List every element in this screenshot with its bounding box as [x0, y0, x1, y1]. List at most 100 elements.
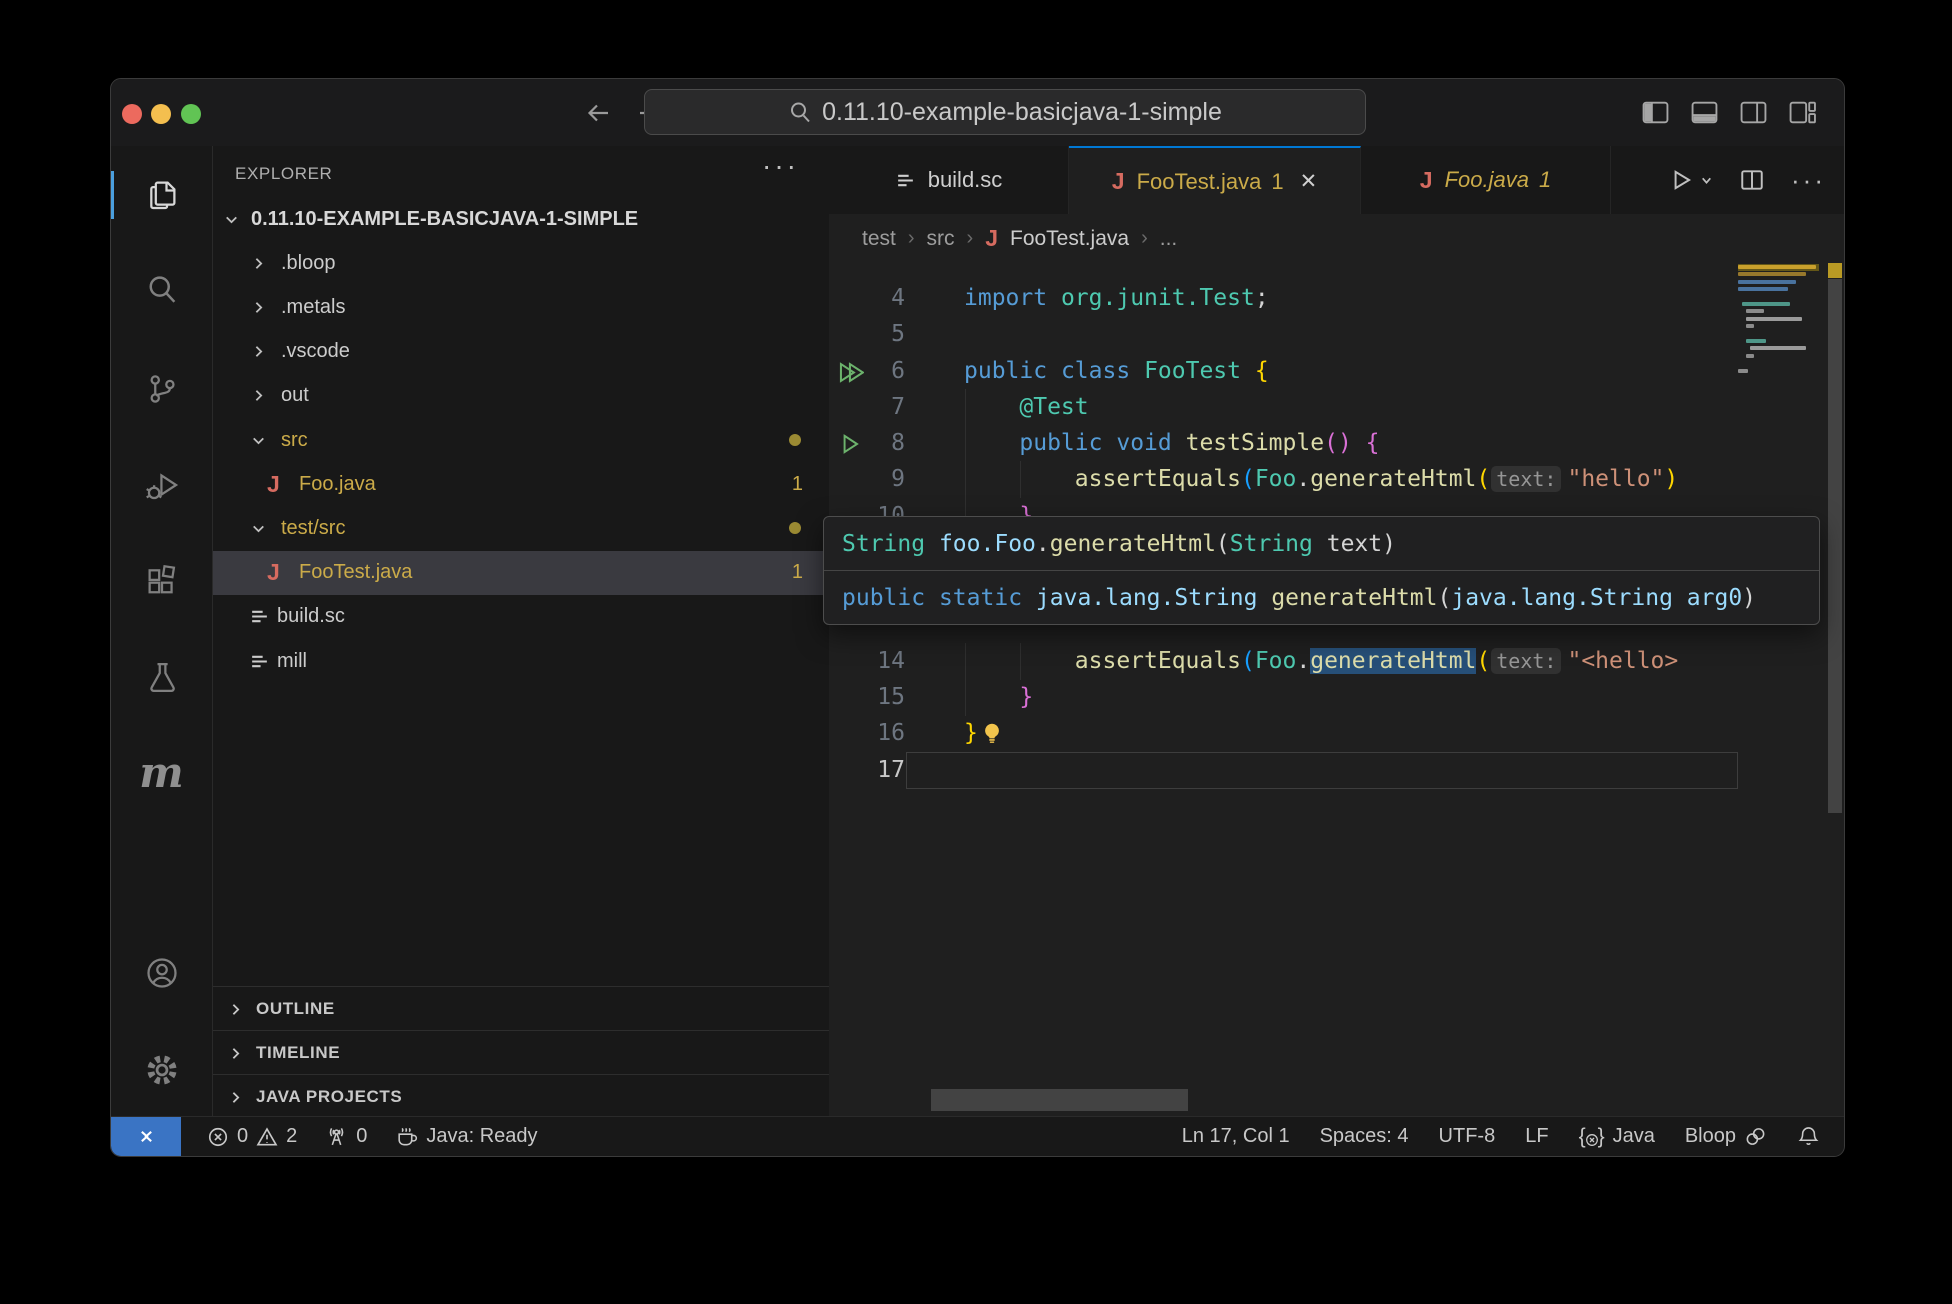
status-item-java-status[interactable]: Java: Ready	[395, 1125, 537, 1148]
breadcrumb-item[interactable]: ...	[1160, 227, 1178, 251]
code-line-8[interactable]: 8 public void testSimple() {	[829, 425, 1844, 462]
tree-item-label: src	[281, 429, 308, 452]
tab-problem-badge: 1	[1271, 169, 1283, 195]
tree-item-label: mill	[277, 650, 307, 673]
debug-icon	[144, 467, 180, 503]
code-line-9[interactable]: 9 assertEquals(Foo.generateHtml(text:"he…	[829, 461, 1844, 498]
tree-item--bloop[interactable]: .bloop	[213, 241, 829, 285]
run-java-button[interactable]	[1668, 167, 1713, 193]
split-editor-icon[interactable]	[1739, 167, 1765, 193]
customize-layout-icon[interactable]	[1789, 101, 1816, 124]
zoom-window-button[interactable]	[181, 104, 201, 124]
tree-item-footest-java[interactable]: JFooTest.java1	[213, 551, 829, 595]
activity-bar-item-explorer[interactable]	[111, 171, 212, 219]
tree-item--metals[interactable]: .metals	[213, 285, 829, 329]
panel-title: JAVA PROJECTS	[256, 1087, 402, 1107]
bell-icon	[1797, 1125, 1820, 1148]
tab-bar: JFoo.java1JFooTest.java1✕build.sc ···	[829, 146, 1844, 215]
radio-tower-icon	[325, 1125, 348, 1148]
toggle-panel-icon[interactable]	[1691, 101, 1718, 124]
code-editor[interactable]: String foo.Foo.generateHtml(String text)…	[829, 263, 1844, 1117]
horizontal-scrollbar[interactable]	[931, 1089, 1188, 1111]
breadcrumb-separator: ›	[967, 227, 974, 250]
active-view-indicator	[111, 171, 114, 219]
activity-bar-item-metals[interactable]: m	[111, 749, 212, 797]
tree-item-src[interactable]: src	[213, 418, 829, 462]
tab-foo-java[interactable]: JFoo.java1	[1361, 146, 1611, 214]
breadcrumb-item[interactable]: FooTest.java	[1010, 227, 1129, 251]
lightbulb-icon[interactable]	[981, 722, 1003, 744]
code-line-4[interactable]: 4import org.junit.Test;	[829, 280, 1844, 317]
tree-item-0-11-10-example-basicjava-1-simple[interactable]: 0.11.10-EXAMPLE-BASICJAVA-1-SIMPLE	[213, 197, 829, 241]
code-line-15[interactable]: 15 }	[829, 679, 1844, 716]
status-item-indentation[interactable]: Spaces: 4	[1320, 1125, 1409, 1148]
chevron-right-icon	[227, 1045, 244, 1062]
activity-bar-item-accounts[interactable]	[111, 949, 212, 997]
code-line-5[interactable]: 5	[829, 316, 1844, 353]
activity-bar-item-search[interactable]	[111, 266, 212, 314]
sidebar-panel-outline[interactable]: OUTLINE	[213, 986, 829, 1031]
java-file-icon: J	[267, 471, 280, 498]
hover-tooltip: String foo.Foo.generateHtml(String text)…	[823, 516, 1820, 625]
editor-more-icon[interactable]: ···	[1791, 165, 1826, 196]
tree-item-test-src[interactable]: test/src	[213, 506, 829, 550]
breadcrumb-item[interactable]: test	[862, 227, 896, 251]
tree-item-foo-java[interactable]: JFoo.java1	[213, 462, 829, 506]
explorer-sidebar: EXPLORER ··· 0.11.10-EXAMPLE-BASICJAVA-1…	[213, 146, 830, 1117]
search-icon	[144, 272, 180, 308]
status-text: Ln 17, Col 1	[1182, 1125, 1290, 1148]
status-text: Bloop	[1685, 1125, 1736, 1148]
tree-item-label: .bloop	[281, 252, 336, 275]
status-item-cursor-position[interactable]: Ln 17, Col 1	[1182, 1125, 1290, 1148]
tree-item-out[interactable]: out	[213, 374, 829, 418]
breadcrumb-item[interactable]: src	[927, 227, 955, 251]
status-item-ports[interactable]: 0	[325, 1125, 367, 1148]
sidebar-panel-java-projects[interactable]: JAVA PROJECTS	[213, 1074, 829, 1117]
tab-footest-java[interactable]: JFooTest.java1✕	[1069, 146, 1361, 215]
status-item-encoding[interactable]: UTF-8	[1439, 1125, 1496, 1148]
panel-title: OUTLINE	[256, 999, 335, 1019]
code-text: }	[964, 679, 1033, 716]
tab-build-sc[interactable]: build.sc	[829, 146, 1069, 214]
status-text: 0	[356, 1125, 367, 1148]
editor-group: JFoo.java1JFooTest.java1✕build.sc ··· te…	[829, 146, 1844, 1117]
code-line-17[interactable]: 17	[829, 752, 1844, 789]
activity-bar-item-run-debug[interactable]	[111, 461, 212, 509]
breadcrumb: test›src›JFooTest.java›...	[829, 214, 1844, 263]
activity-bar-item-extensions[interactable]	[111, 557, 212, 605]
activity-bar-item-testing[interactable]	[111, 653, 212, 701]
status-item-bloop[interactable]: Bloop	[1685, 1125, 1767, 1148]
code-line-16[interactable]: 16}	[829, 715, 1844, 752]
status-item-language-mode[interactable]: {}Java	[1579, 1125, 1655, 1149]
close-window-button[interactable]	[122, 104, 142, 124]
close-icon[interactable]: ✕	[1300, 169, 1318, 194]
tree-item-mill[interactable]: mill	[213, 639, 829, 683]
line-number: 15	[829, 679, 905, 716]
activity-bar-item-source-control[interactable]	[111, 365, 212, 413]
status-item-eol[interactable]: LF	[1525, 1125, 1548, 1148]
command-center-search[interactable]: 0.11.10-example-basicjava-1-simple	[644, 89, 1366, 135]
code-line-14[interactable]: 14 assertEquals(Foo.generateHtml(text:"<…	[829, 643, 1844, 680]
breadcrumb-separator: ›	[908, 227, 915, 250]
chevron-right-icon	[227, 1089, 244, 1106]
code-text: public void testSimple() {	[964, 425, 1380, 462]
link-icon	[1744, 1125, 1767, 1148]
remote-indicator[interactable]	[111, 1117, 181, 1156]
back-icon[interactable]	[583, 99, 613, 127]
minimize-window-button[interactable]	[151, 104, 171, 124]
status-item-problems[interactable]: 02	[207, 1125, 297, 1148]
explorer-more-icon[interactable]: ···	[762, 150, 799, 182]
line-number: 5	[829, 316, 905, 353]
files-icon	[144, 177, 180, 213]
tree-item-build-sc[interactable]: build.sc	[213, 595, 829, 639]
activity-bar-item-settings[interactable]	[111, 1046, 212, 1094]
status-text: 0	[237, 1125, 248, 1148]
code-line-6[interactable]: 6public class FooTest {	[829, 353, 1844, 390]
status-item-notifications[interactable]	[1797, 1125, 1820, 1148]
metals-icon: m	[139, 752, 183, 794]
toggle-secondary-sidebar-icon[interactable]	[1740, 101, 1767, 124]
toggle-sidebar-icon[interactable]	[1642, 101, 1669, 124]
code-line-7[interactable]: 7 @Test	[829, 389, 1844, 426]
tree-item--vscode[interactable]: .vscode	[213, 330, 829, 374]
sidebar-panel-timeline[interactable]: TIMELINE	[213, 1030, 829, 1075]
